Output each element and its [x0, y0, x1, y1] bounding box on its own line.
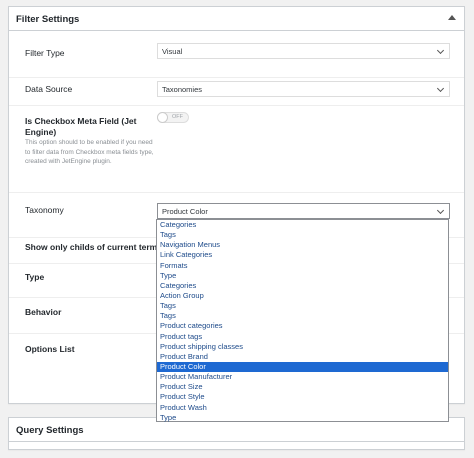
taxonomy-label: Taxonomy: [25, 205, 64, 215]
taxonomy-option[interactable]: Product Color: [157, 361, 448, 373]
taxonomy-option[interactable]: Product Wash: [157, 403, 448, 413]
chevron-down-icon: [436, 84, 445, 93]
taxonomy-option[interactable]: Product categories: [157, 321, 448, 331]
taxonomy-option[interactable]: Link Categories: [157, 250, 448, 260]
taxonomy-option[interactable]: Categories: [157, 220, 448, 230]
type-label: Type: [25, 272, 45, 282]
taxonomy-select[interactable]: Product Color: [157, 203, 450, 219]
query-settings-title: Query Settings: [16, 425, 84, 436]
taxonomy-option[interactable]: Product Manufacturer: [157, 372, 448, 382]
taxonomy-option[interactable]: Type: [157, 413, 448, 423]
taxonomy-option[interactable]: Product Style: [157, 392, 448, 402]
filter-type-row: Filter Type Visual: [9, 32, 464, 78]
taxonomy-option[interactable]: Categories: [157, 281, 448, 291]
toggle-knob: [157, 112, 168, 123]
taxonomy-option[interactable]: Product Size: [157, 382, 448, 392]
taxonomy-option[interactable]: Product shipping classes: [157, 342, 448, 352]
collapse-arrow-icon[interactable]: [448, 15, 456, 20]
data-source-value: Taxonomies: [162, 85, 203, 94]
taxonomy-option[interactable]: Tags: [157, 301, 448, 311]
taxonomy-option[interactable]: Type: [157, 271, 448, 281]
childs-label: Show only childs of current term: [25, 242, 158, 252]
filter-type-select[interactable]: Visual: [157, 43, 450, 59]
checkbox-meta-toggle[interactable]: OFF: [157, 112, 189, 123]
chevron-down-icon: [436, 206, 445, 215]
taxonomy-option[interactable]: Tags: [157, 311, 448, 321]
taxonomy-option[interactable]: Product Brand: [157, 352, 448, 362]
chevron-down-icon: [436, 46, 445, 55]
taxonomy-option[interactable]: Product tags: [157, 332, 448, 342]
options-list-label: Options List: [25, 344, 75, 354]
data-source-label: Data Source: [25, 84, 73, 94]
taxonomy-option[interactable]: Action Group: [157, 291, 448, 301]
checkbox-meta-row: Is Checkbox Meta Field (Jet Engine) This…: [9, 106, 464, 193]
checkbox-meta-label: Is Checkbox Meta Field (Jet Engine): [25, 116, 137, 137]
taxonomy-option[interactable]: Formats: [157, 261, 448, 271]
filter-settings-header[interactable]: Filter Settings: [9, 7, 464, 31]
taxonomy-value: Product Color: [162, 207, 208, 216]
taxonomy-option[interactable]: Navigation Menus: [157, 240, 448, 250]
toggle-off-text: OFF: [172, 114, 183, 120]
taxonomy-dropdown-list[interactable]: Categories Tags Navigation Menus Link Categ…: [156, 219, 449, 422]
filter-settings-title: Filter Settings: [16, 14, 80, 25]
data-source-row: Data Source Taxonomies: [9, 78, 464, 106]
data-source-select[interactable]: Taxonomies: [157, 81, 450, 97]
filter-type-label: Filter Type: [25, 48, 65, 58]
filter-type-value: Visual: [162, 47, 183, 56]
checkbox-meta-description: This option should to be enabled if you …: [25, 139, 154, 165]
behavior-label: Behavior: [25, 307, 62, 317]
taxonomy-option[interactable]: Tags: [157, 230, 448, 240]
